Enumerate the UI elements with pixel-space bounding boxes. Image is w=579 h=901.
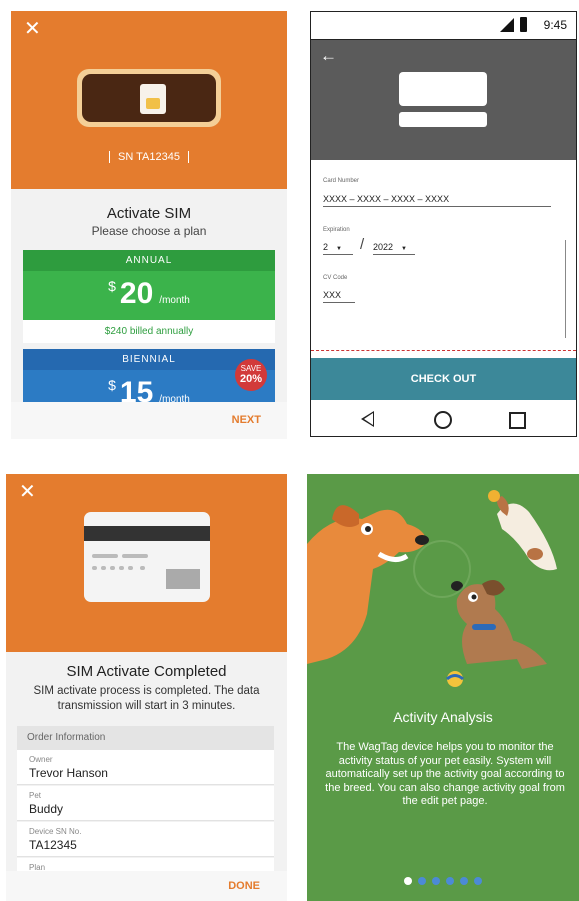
page-subtitle: Please choose a plan [91,224,207,238]
nav-back-icon[interactable] [361,411,374,427]
dogs-illustration [307,490,557,687]
order-field-owner: Owner Trevor Hanson [17,750,274,785]
page-dot-1[interactable] [404,877,412,885]
page-dot-3[interactable] [432,877,440,885]
nav-recent-icon[interactable] [509,412,526,429]
activate-sim-screen: ✕ SN TA12345 Activate SIM Please choose … [11,11,287,439]
expiration-month-select[interactable]: 2 ▼ [323,242,353,255]
page-dot-4[interactable] [446,877,454,885]
expiration-separator: / [360,236,365,253]
footer-bar: DONE [6,871,287,901]
onboarding-description: The WagTag device helps you to monitor t… [325,741,565,807]
complete-header: ✕ [6,474,287,652]
cv-code-field[interactable]: XXX [323,290,355,303]
checkout-screen: 9:45 ← Card Number XXXX – XXXX – XXXX – … [310,11,577,437]
onboarding-screen: Activity Analysis The WagTag device help… [307,474,579,901]
sim-card-illustration [77,69,221,127]
plan-header: ANNUAL [23,250,275,271]
sim-header: ✕ SN TA12345 [11,11,287,189]
expiration-year-select[interactable]: 2022 ▼ [373,242,415,255]
plan-price: $20/month [23,271,275,320]
back-arrow-icon[interactable]: ← [320,46,337,66]
scrollbar[interactable] [565,240,566,338]
plan-billing-note: $240 billed annually [23,320,275,343]
page-title: Activate SIM [106,205,192,222]
card-number-field[interactable]: XXXX – XXXX – XXXX – XXXX [323,194,551,207]
activation-complete-screen: ✕ SIM Activate Completed SIM activate pr… [6,474,287,901]
plan-annual[interactable]: ANNUAL $20/month $240 billed annually [23,250,275,343]
page-title: SIM Activate Completed [66,663,227,680]
page-description: SIM activate process is completed. The d… [33,685,260,712]
signal-icon [500,18,514,32]
page-dot-6[interactable] [474,877,482,885]
card-header: ← [311,40,576,160]
page-dot-2[interactable] [418,877,426,885]
credit-card-icon [399,72,487,127]
next-button[interactable]: NEXT [232,414,261,426]
expiration-label: Expiration [323,227,350,233]
order-field-pet: Pet Buddy [17,786,274,821]
order-info-header: Order Information [17,726,274,750]
card-number-label: Card Number [323,178,360,184]
sim-icon [140,84,166,114]
page-dot-5[interactable] [460,877,468,885]
status-bar: 9:45 [311,12,576,40]
page-indicator[interactable] [307,872,579,890]
nav-home-icon[interactable] [434,411,452,429]
serial-number: SN TA12345 [11,151,287,164]
status-time: 9:45 [543,18,567,32]
checkout-button[interactable]: CHECK OUT [311,358,576,400]
battery-icon [520,17,527,32]
save-badge: SAVE 20% [235,359,267,391]
close-icon[interactable]: ✕ [19,482,36,502]
order-field-device-sn: Device SN No. TA12345 [17,822,274,857]
cv-code-label: CV Code [323,275,348,281]
close-icon[interactable]: ✕ [24,19,41,39]
onboarding-title: Activity Analysis [393,709,493,725]
credit-card-icon [84,512,210,602]
system-nav-bar [311,404,576,436]
done-button[interactable]: DONE [228,880,260,892]
footer-bar: NEXT [11,402,287,439]
